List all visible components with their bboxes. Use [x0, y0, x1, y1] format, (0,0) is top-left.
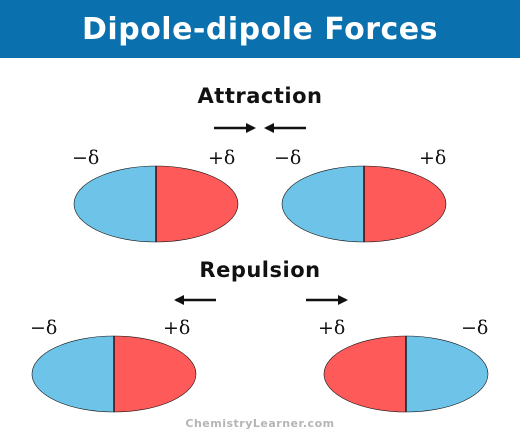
negative-pole [32, 336, 114, 412]
negative-pole [406, 336, 488, 412]
repulsion-dipole-right [323, 335, 489, 413]
dipole-diagram: −δ +δ −δ +δ −δ +δ +δ −δ [30, 123, 489, 413]
positive-pole [364, 166, 446, 242]
attraction-dipole-right [281, 165, 447, 243]
charge-label-negative: −δ [72, 147, 99, 169]
charge-label-negative: −δ [461, 317, 488, 339]
positive-pole [114, 336, 196, 412]
negative-pole [282, 166, 364, 242]
charge-label-positive: +δ [208, 147, 235, 169]
negative-pole [74, 166, 156, 242]
charge-label-positive: +δ [163, 317, 190, 339]
positive-pole [156, 166, 238, 242]
charge-label-positive: +δ [419, 147, 446, 169]
charge-label-negative: −δ [30, 317, 57, 339]
charge-label-positive: +δ [318, 317, 345, 339]
footer-credit: ChemistryLearner.com [185, 417, 335, 430]
attraction-dipole-left [73, 165, 239, 243]
repulsion-dipole-left [31, 335, 197, 413]
positive-pole [324, 336, 406, 412]
charge-label-negative: −δ [274, 147, 301, 169]
